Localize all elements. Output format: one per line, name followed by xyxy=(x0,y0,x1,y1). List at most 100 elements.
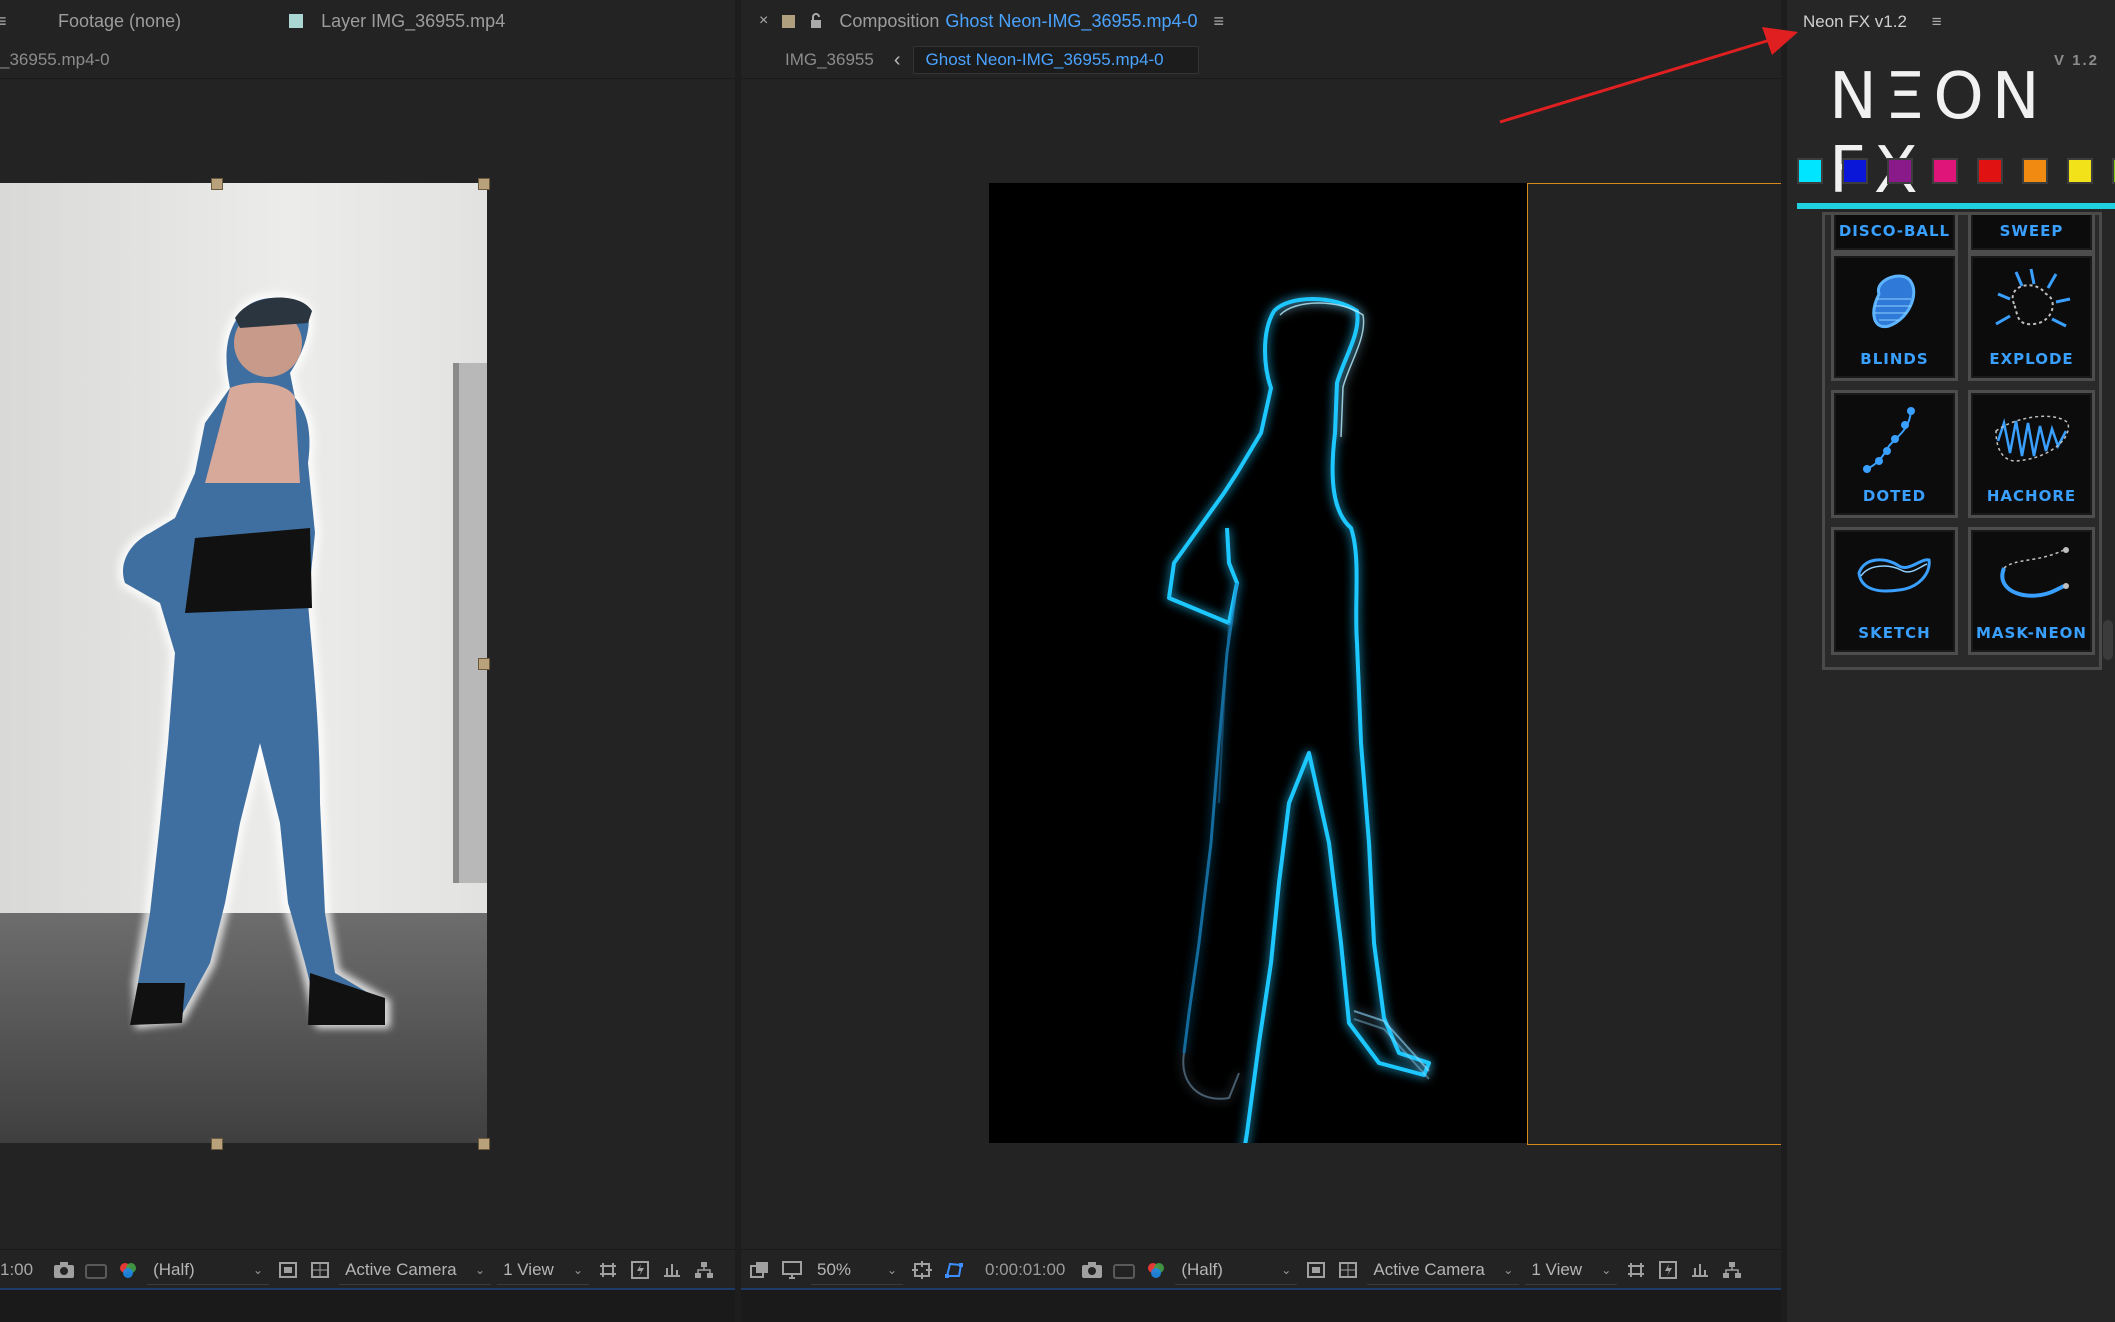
tab-footage[interactable]: Footage (none) xyxy=(58,11,181,32)
tab-layer[interactable]: Layer IMG_36955.mp4 xyxy=(321,11,505,32)
color-swatch[interactable] xyxy=(1842,158,1868,184)
transparency-grid-icon[interactable] xyxy=(1335,1257,1361,1283)
fast-previews-icon[interactable] xyxy=(1655,1257,1681,1283)
composition-frame xyxy=(989,183,1527,1184)
breadcrumb-parent[interactable]: IMG_36955 xyxy=(785,50,874,70)
effect-label: DOTED xyxy=(1862,487,1927,505)
blinds-icon xyxy=(1872,274,1916,329)
monitor-icon[interactable] xyxy=(779,1257,805,1283)
view-layout-select[interactable]: 1 View ⌄ xyxy=(497,1256,590,1285)
effect-button-hachore[interactable]: HACHORE xyxy=(1968,390,2095,518)
chevron-down-icon: ⌄ xyxy=(475,1262,486,1277)
flowchart-icon[interactable] xyxy=(691,1257,717,1283)
layer-viewer-footer: 1:00 (Half) ⌄ Active Camera ⌄ 1 View ⌄ xyxy=(0,1249,735,1290)
sketch-icon xyxy=(1857,558,1931,593)
layer-preview-image xyxy=(0,183,487,1143)
close-tab-button[interactable]: × xyxy=(759,12,768,30)
composition-bounds-guide xyxy=(1527,183,1781,1145)
always-preview-icon[interactable] xyxy=(747,1257,773,1283)
panel-menu-icon[interactable]: ≡ xyxy=(1214,11,1225,32)
toggle-pixel-aspect-icon[interactable] xyxy=(595,1257,621,1283)
effect-button-doted[interactable]: DOTED xyxy=(1831,390,1958,518)
title-action-safe-icon[interactable] xyxy=(909,1257,935,1283)
color-swatch[interactable] xyxy=(1797,158,1823,184)
resolution-select[interactable]: (Half) ⌄ xyxy=(1175,1256,1298,1285)
chevron-down-icon: ⌄ xyxy=(886,1262,897,1277)
camera-snapshot-icon[interactable] xyxy=(51,1257,77,1283)
selected-color-bar xyxy=(1797,203,2115,209)
composition-tab-name[interactable]: Ghost Neon-IMG_36955.mp4-0 xyxy=(945,11,1197,32)
color-swatch[interactable] xyxy=(1977,158,2003,184)
layer-viewer[interactable] xyxy=(0,80,735,1250)
view-layout-select[interactable]: 1 View ⌄ xyxy=(1525,1256,1618,1285)
transform-handle[interactable] xyxy=(211,178,223,190)
effect-label: EXPLODE xyxy=(1989,350,2074,368)
breadcrumb-current[interactable]: Ghost Neon-IMG_36955.mp4-0 xyxy=(912,46,1199,74)
chevron-down-icon: ⌄ xyxy=(573,1262,584,1277)
fast-previews-icon[interactable] xyxy=(627,1257,653,1283)
effect-button-mask-neon[interactable]: MASK-NEON xyxy=(1968,527,2095,655)
color-swatch[interactable] xyxy=(2067,158,2093,184)
panel-menu-icon[interactable]: ≡ xyxy=(0,11,10,32)
color-swatch[interactable] xyxy=(1932,158,1958,184)
comp-color-swatch xyxy=(782,14,796,28)
timeline-icon[interactable] xyxy=(1687,1257,1713,1283)
transform-handle[interactable] xyxy=(478,178,490,190)
effects-grid: DISCO-BALL SWEEP BLINDS EXPLODE DOTED HA… xyxy=(1822,212,2102,670)
region-of-interest-icon[interactable] xyxy=(275,1257,301,1283)
effect-button-sketch[interactable]: SKETCH xyxy=(1831,527,1958,655)
doted-icon xyxy=(1863,407,1915,473)
composition-breadcrumb: IMG_36955 ‹ Ghost Neon-IMG_36955.mp4-0 xyxy=(741,42,1781,79)
flowchart-icon[interactable] xyxy=(1719,1257,1745,1283)
chevron-down-icon: ⌄ xyxy=(253,1262,264,1277)
explode-icon xyxy=(1995,268,2071,328)
transform-handle[interactable] xyxy=(478,1138,490,1150)
chevron-down-icon: ⌄ xyxy=(1601,1262,1612,1277)
show-snapshot-icon[interactable] xyxy=(1111,1257,1137,1283)
effect-button-disco-ball[interactable]: DISCO-BALL xyxy=(1831,215,1958,253)
effect-label: SKETCH xyxy=(1858,624,1931,642)
mask-neon-icon xyxy=(2000,547,2069,598)
show-snapshot-icon[interactable] xyxy=(83,1257,109,1283)
composition-tabbar: × Composition Ghost Neon-IMG_36955.mp4-0… xyxy=(741,0,1781,42)
resolution-select[interactable]: (Half) ⌄ xyxy=(147,1256,270,1285)
transform-handle[interactable] xyxy=(211,1138,223,1150)
camera-view-select[interactable]: Active Camera ⌄ xyxy=(1367,1256,1520,1285)
color-swatches xyxy=(1797,158,2115,184)
effects-scrollbar[interactable] xyxy=(2103,620,2113,660)
current-time-display[interactable]: 1:00 xyxy=(0,1260,33,1280)
composition-viewer[interactable] xyxy=(741,80,1781,1250)
composition-viewer-footer: 50% ⌄ 0:00:01:00 (Half) ⌄ Active Camera ⌄ 1… xyxy=(741,1249,1781,1290)
mask-visibility-icon[interactable] xyxy=(941,1257,967,1283)
effect-button-sweep[interactable]: SWEEP xyxy=(1968,215,2095,253)
composition-panel: × Composition Ghost Neon-IMG_36955.mp4-0… xyxy=(741,0,1781,1322)
camera-snapshot-icon[interactable] xyxy=(1079,1257,1105,1283)
layer-source-name: _36955.mp4-0 xyxy=(0,50,110,69)
effect-button-blinds[interactable]: BLINDS xyxy=(1831,253,1958,381)
camera-view-select[interactable]: Active Camera ⌄ xyxy=(339,1256,492,1285)
transform-handle[interactable] xyxy=(478,658,490,670)
effect-label: DISCO-BALL xyxy=(1838,222,1951,240)
magnification-select[interactable]: 50% ⌄ xyxy=(811,1256,903,1285)
channel-rgb-icon[interactable] xyxy=(1143,1257,1169,1283)
timeline-icon[interactable] xyxy=(659,1257,685,1283)
neon-outline-preview xyxy=(1167,297,1431,1184)
toggle-pixel-aspect-icon[interactable] xyxy=(1623,1257,1649,1283)
effect-label: BLINDS xyxy=(1860,350,1929,368)
neon-fx-logo: NΞON FX xyxy=(1829,60,2048,208)
transparency-grid-icon[interactable] xyxy=(307,1257,333,1283)
current-time-display[interactable]: 0:00:01:00 xyxy=(985,1260,1065,1280)
effect-button-explode[interactable]: EXPLODE xyxy=(1968,253,2095,381)
chevron-down-icon: ⌄ xyxy=(1281,1262,1292,1277)
panel-title[interactable]: Neon FX v1.2 xyxy=(1803,12,1907,31)
region-of-interest-icon[interactable] xyxy=(1303,1257,1329,1283)
color-swatch[interactable] xyxy=(1887,158,1913,184)
composition-tab-prefix: Composition xyxy=(839,10,940,31)
panel-menu-icon[interactable]: ≡ xyxy=(1932,12,1942,31)
layer-panel: ≡ Footage (none) Layer IMG_36955.mp4 _36… xyxy=(0,0,735,1322)
lock-icon[interactable] xyxy=(809,13,823,29)
color-swatch[interactable] xyxy=(2022,158,2048,184)
channel-rgb-icon[interactable] xyxy=(115,1257,141,1283)
breadcrumb-back-icon[interactable]: ‹ xyxy=(894,49,901,72)
subject-silhouette xyxy=(118,292,390,1029)
